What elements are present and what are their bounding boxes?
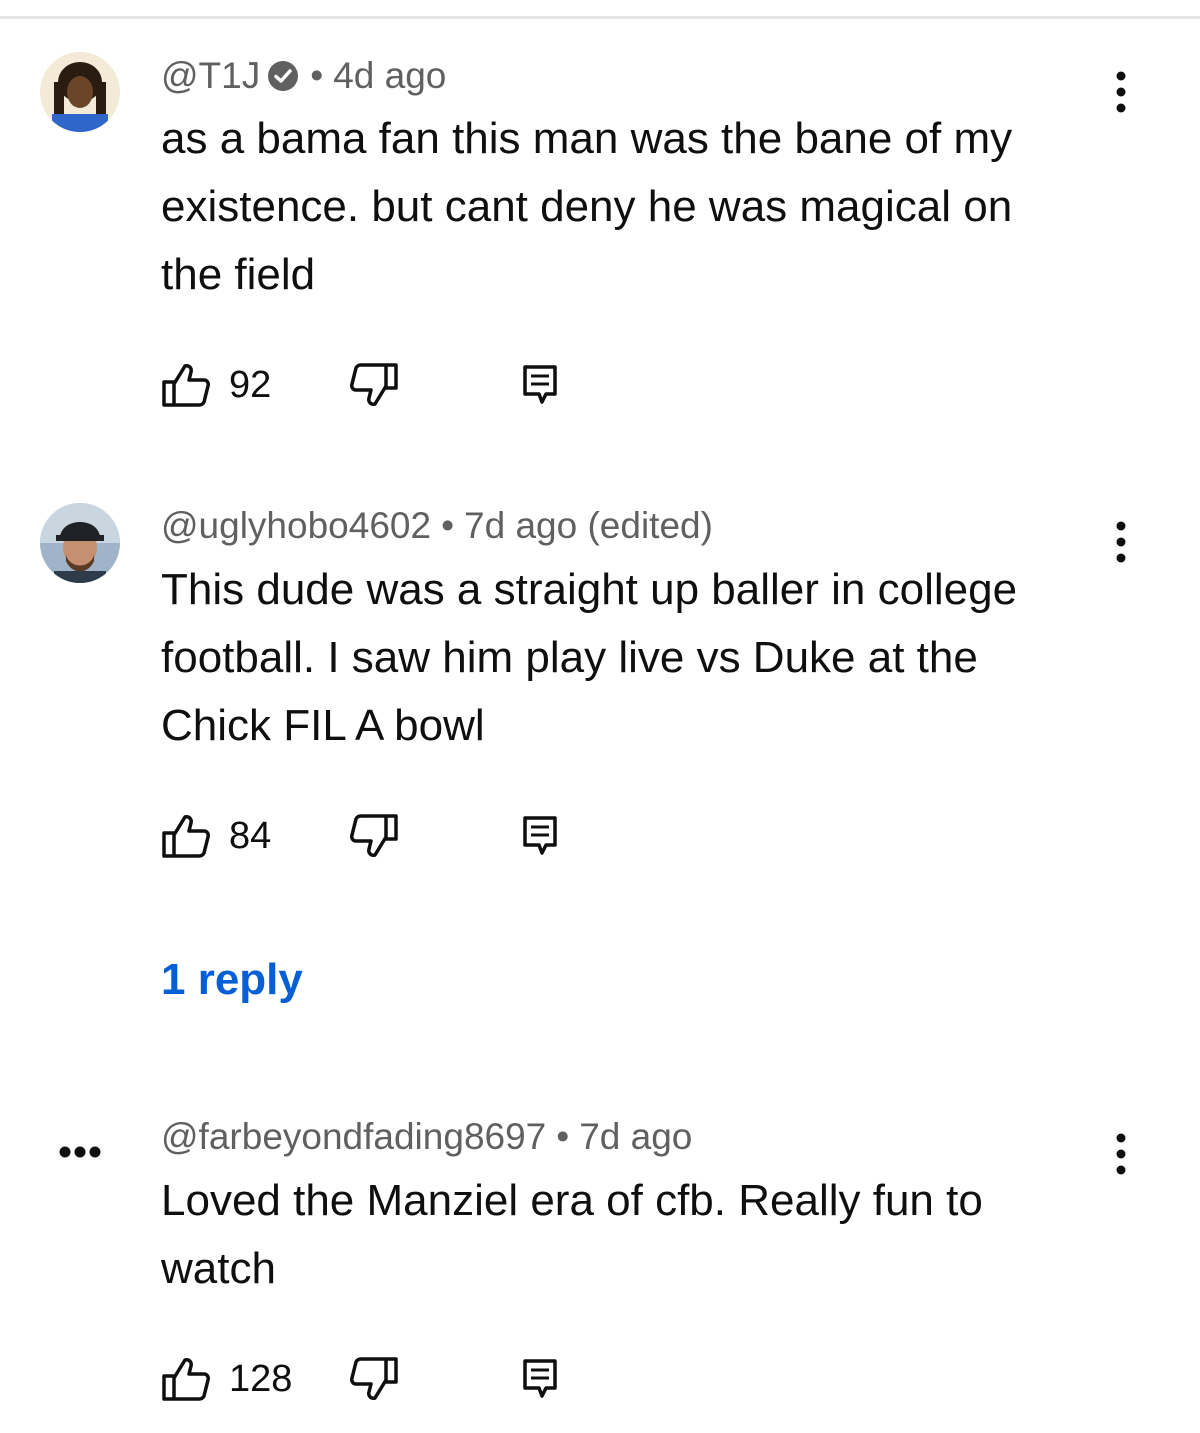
more-vert-icon: [1116, 1133, 1126, 1175]
comment-text: as a bama fan this man was the bane of m…: [161, 114, 1013, 299]
thumbs-up-icon: [162, 1358, 210, 1401]
reply-comment-icon: [523, 1359, 557, 1398]
comment-actions: 84: [161, 811, 581, 861]
author-name[interactable]: @uglyhobo4602: [161, 505, 431, 547]
author-name[interactable]: @farbeyondfading8697: [161, 1116, 546, 1158]
more-options-button[interactable]: [1103, 67, 1139, 117]
comment-time[interactable]: 4d ago: [333, 55, 446, 97]
reply-button[interactable]: [522, 360, 558, 410]
comment-time[interactable]: 7d ago (edited): [464, 505, 713, 547]
more-vert-icon: [1116, 521, 1126, 563]
comment-meta: @uglyhobo4602 • 7d ago (edited): [161, 503, 713, 549]
separator-dot: •: [310, 55, 324, 96]
thumbs-down-icon: [350, 1357, 398, 1400]
more-options-button[interactable]: [1103, 517, 1139, 567]
view-replies-link[interactable]: 1 reply: [161, 955, 303, 1005]
reply-comment-icon: [523, 365, 557, 404]
comment-meta: @T1J • 4d ago: [161, 53, 446, 99]
reply-comment-icon: [523, 816, 557, 855]
reply-button[interactable]: [522, 1354, 558, 1404]
user-avatar[interactable]: [40, 503, 120, 583]
like-button[interactable]: 128: [161, 1354, 292, 1404]
thumbs-down-icon: [350, 814, 398, 857]
like-count: 84: [229, 814, 272, 857]
comment-text: This dude was a straight up baller in co…: [161, 565, 1018, 750]
thumbs-up-icon: [162, 815, 210, 858]
separator-dot: •: [556, 1116, 570, 1157]
top-divider: [0, 16, 1200, 19]
like-button[interactable]: 84: [161, 811, 271, 861]
author-name[interactable]: @T1J: [161, 55, 260, 97]
more-options-button[interactable]: [1103, 1129, 1139, 1179]
user-avatar[interactable]: [40, 52, 120, 132]
more-vert-icon: [1116, 71, 1126, 113]
dislike-button[interactable]: [349, 360, 399, 410]
like-count: 128: [229, 1357, 293, 1400]
thumbs-down-icon: [350, 363, 398, 406]
comment-time[interactable]: 7d ago: [579, 1116, 692, 1158]
reply-button[interactable]: [522, 811, 558, 861]
comment-text: Loved the Manziel era of cfb. Really fun…: [161, 1176, 983, 1293]
comment-actions: 92: [161, 360, 581, 410]
verified-badge-icon: [266, 59, 300, 93]
ellipsis-avatar-icon[interactable]: [40, 1112, 120, 1192]
comment-actions: 128: [161, 1354, 581, 1404]
dislike-button[interactable]: [349, 1354, 399, 1404]
thumbs-up-icon: [162, 364, 210, 407]
comment-meta: @farbeyondfading8697 • 7d ago: [161, 1114, 692, 1160]
separator-dot: •: [441, 505, 455, 546]
like-button[interactable]: 92: [161, 360, 271, 410]
like-count: 92: [229, 363, 272, 406]
dislike-button[interactable]: [349, 811, 399, 861]
